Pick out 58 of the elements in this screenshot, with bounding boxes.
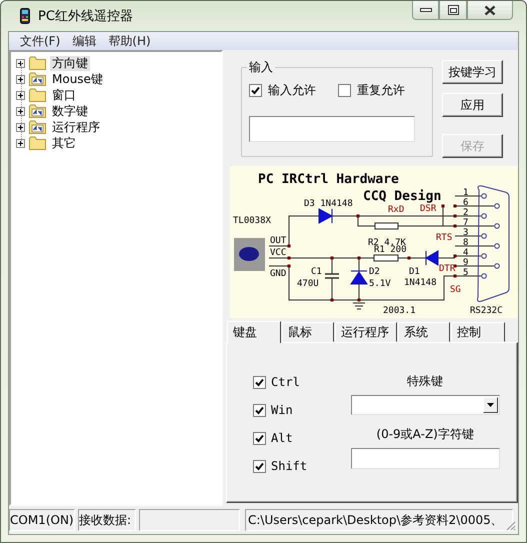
- tab[interactable]: 运行程序: [335, 322, 397, 342]
- pin-number: 5: [463, 268, 468, 278]
- field-label: (0-9或A-Z)字符键: [376, 426, 474, 443]
- pin-number: 4: [463, 248, 468, 258]
- field-label: 特殊键: [407, 373, 444, 390]
- checkbox-label: Shift: [271, 459, 308, 473]
- schematic-label: D1: [409, 267, 420, 277]
- tree-item[interactable]: 方向键: [50, 56, 90, 70]
- window-title: PC红外线遥控器: [38, 8, 133, 25]
- action-button[interactable]: 应用: [442, 93, 503, 117]
- schematic-label: SG: [450, 285, 461, 295]
- action-button[interactable]: 按键学习: [442, 60, 503, 84]
- schematic-label: PC IRCtrl Hardware: [258, 172, 399, 187]
- schematic-label: 470U: [297, 279, 319, 289]
- schematic-label: 1N4148: [404, 278, 437, 288]
- schematic-label: D3 1N4148: [304, 199, 353, 209]
- checkbox-label: 输入允许: [268, 82, 316, 99]
- schematic-label: C1: [311, 267, 322, 277]
- schematic-label: DSR: [420, 204, 436, 214]
- pin-number: 1: [463, 188, 468, 198]
- tab[interactable]: 键盘: [227, 321, 281, 343]
- tab[interactable]: 系统: [398, 322, 450, 342]
- pin-number: 9: [463, 258, 468, 268]
- menu-item[interactable]: 编辑: [66, 32, 102, 50]
- menu-item[interactable]: 帮助(H): [102, 32, 157, 50]
- schematic-label: GND: [270, 269, 286, 279]
- tree-item[interactable]: 数字键: [50, 104, 90, 118]
- checkbox-label: Ctrl: [271, 375, 300, 389]
- tree-item[interactable]: 其它: [50, 136, 78, 150]
- schematic-label: DTR: [439, 264, 456, 274]
- schematic-label: 5.1V: [369, 279, 391, 289]
- tab[interactable]: 鼠标: [282, 322, 334, 342]
- schematic-label: RxD: [388, 205, 404, 215]
- group-title: 输入: [248, 59, 274, 76]
- pin-number: 6: [463, 198, 468, 208]
- schematic-label: CCQ Design: [363, 189, 442, 204]
- checkbox-label: 重复允许: [357, 82, 405, 99]
- tree-item[interactable]: 运行程序: [50, 120, 102, 134]
- checkbox-label: Win: [271, 403, 293, 417]
- schematic-label: OUT: [270, 236, 286, 246]
- status-text: C:\Users\cepark\Desktop\参考资料2\0005、: [245, 509, 513, 531]
- pin-number: 3: [463, 228, 468, 238]
- tree-item[interactable]: 窗口: [50, 88, 78, 102]
- schematic-label: D2: [369, 267, 380, 277]
- pin-number: 2: [463, 208, 468, 218]
- tree-item[interactable]: Mouse键: [50, 72, 105, 86]
- schematic-label: TL0038X: [233, 216, 271, 226]
- schematic-label: RS232C: [470, 306, 503, 316]
- schematic-label: 2003.1: [383, 306, 416, 316]
- schematic-label: RTS: [436, 233, 452, 243]
- checkbox-label: Alt: [271, 431, 293, 445]
- pin-number: 7: [463, 218, 468, 228]
- status-text: COM1(ON): [9, 509, 75, 531]
- schematic-label: VCC: [270, 248, 286, 258]
- status-text: 接收数据:: [78, 509, 136, 531]
- menu-item[interactable]: 文件(F): [14, 32, 66, 50]
- pin-number: 8: [463, 238, 468, 248]
- tab[interactable]: 控制: [451, 322, 505, 342]
